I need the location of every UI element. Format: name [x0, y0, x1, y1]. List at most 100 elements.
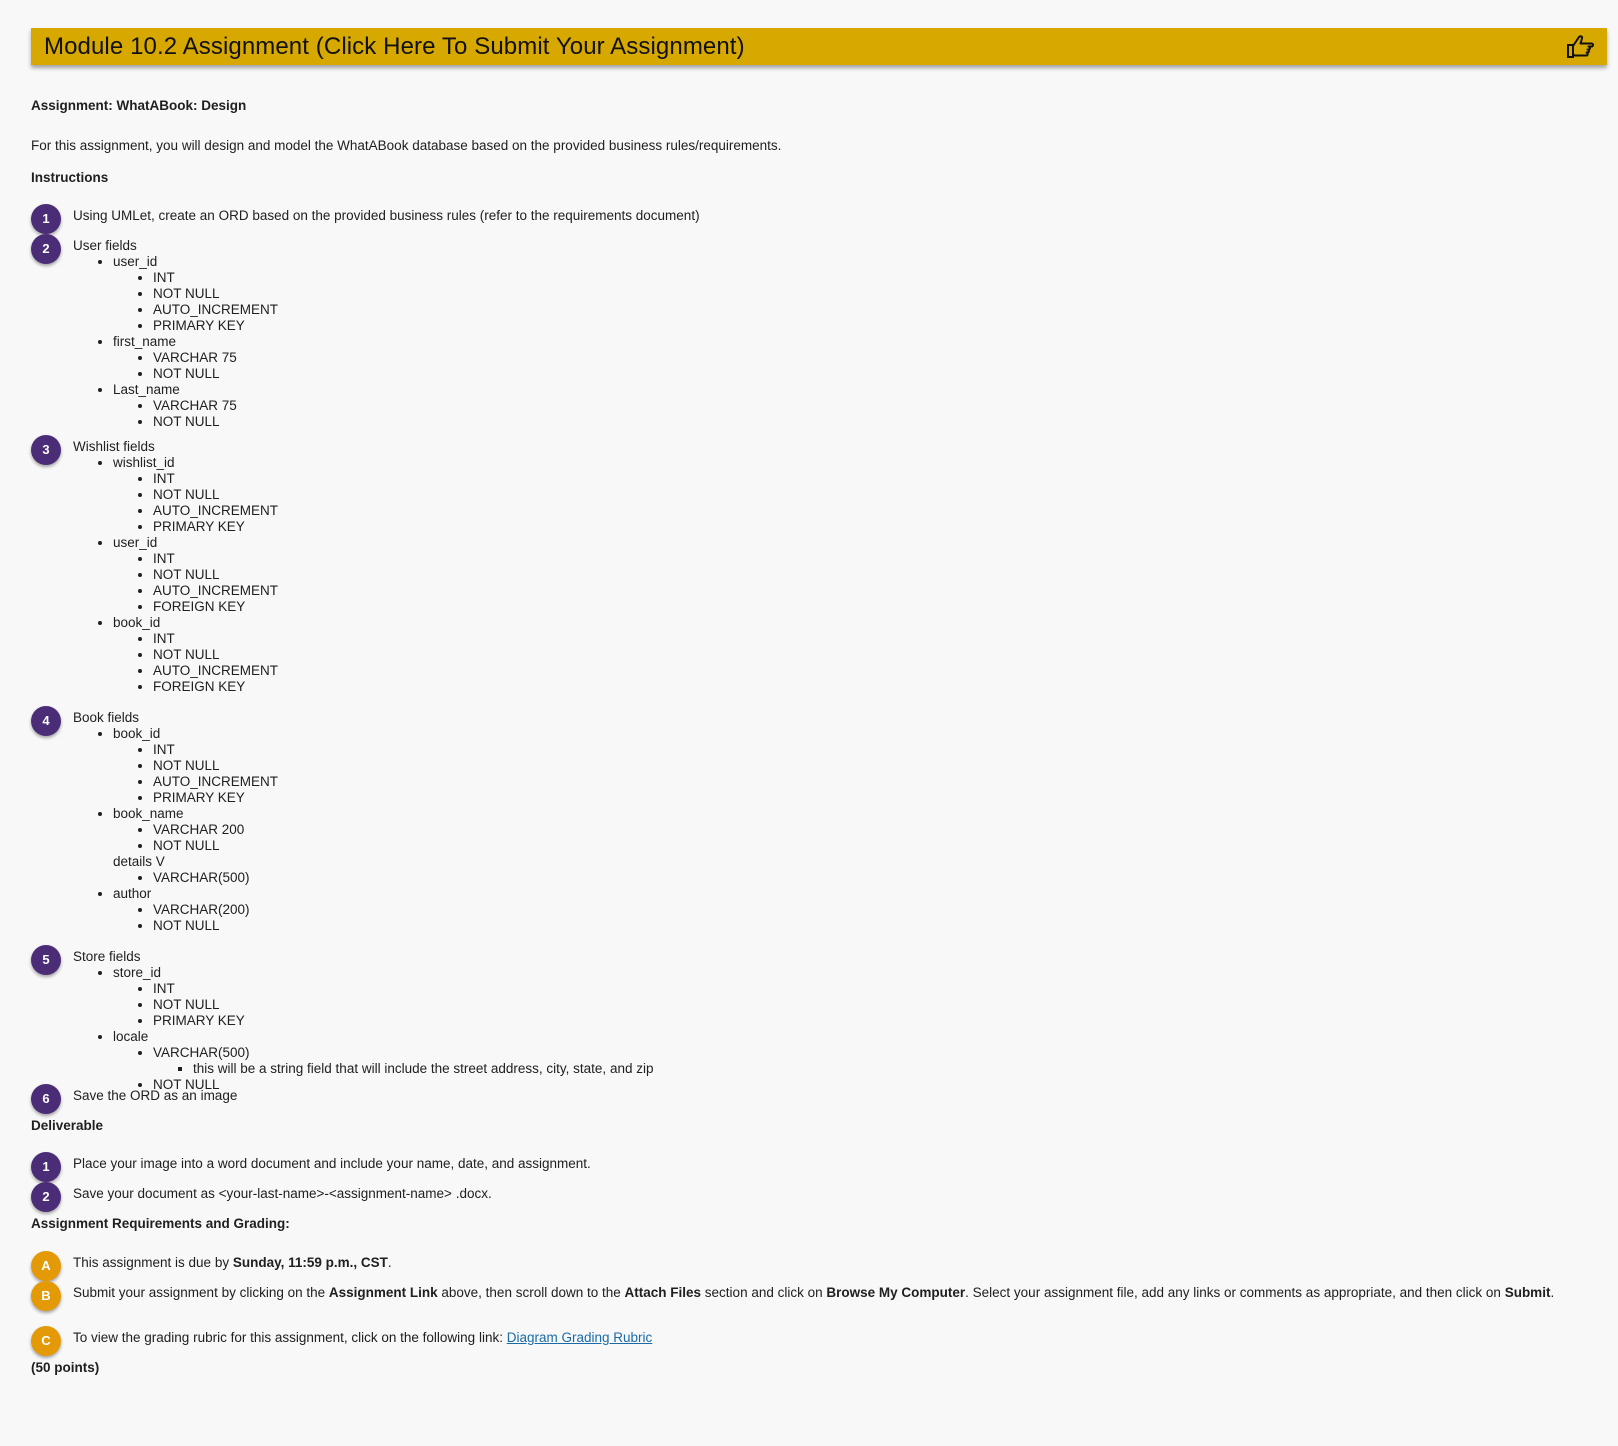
list-item: wishlist_id INT NOT NULL AUTO_INCREMENT …: [113, 455, 1573, 535]
list-item: first_name VARCHAR 75 NOT NULL: [113, 334, 1573, 382]
instruction-step-2: 2 User fields user_id INT NOT NULL AUTO_…: [31, 234, 1573, 430]
attribute-list: VARCHAR 75 NOT NULL: [113, 398, 1573, 430]
list-item: author VARCHAR(200) NOT NULL: [113, 886, 1573, 934]
list-item: INT: [153, 631, 1573, 647]
list-item: book_name VARCHAR 200 NOT NULL: [113, 806, 1573, 854]
field-list: store_id INT NOT NULL PRIMARY KEY locale…: [73, 965, 1573, 1093]
grading-item-b: B Submit your assignment by clicking on …: [31, 1281, 1591, 1311]
list-item: NOT NULL: [153, 487, 1573, 503]
list-item: FOREIGN KEY: [153, 679, 1573, 695]
list-item: VARCHAR 75: [153, 398, 1573, 414]
field-name: details V: [113, 854, 165, 869]
field-name: store_id: [113, 965, 162, 980]
attach-files-text: Attach Files: [624, 1285, 702, 1300]
attribute-list: INT NOT NULL AUTO_INCREMENT PRIMARY KEY: [113, 270, 1573, 334]
grading-text: .: [1550, 1285, 1555, 1300]
field-list: wishlist_id INT NOT NULL AUTO_INCREMENT …: [73, 455, 1573, 695]
list-item: PRIMARY KEY: [153, 790, 1573, 806]
grading-text: Submit your assignment by clicking on th…: [73, 1285, 329, 1300]
instruction-step-1: 1 Using UMLet, create an ORD based on th…: [31, 204, 1573, 234]
grading-item-c: C To view the grading rubric for this as…: [31, 1326, 1573, 1356]
list-item: Last_name VARCHAR 75 NOT NULL: [113, 382, 1573, 430]
step-number-badge: 1: [31, 1152, 61, 1182]
step-number-badge: 5: [31, 945, 61, 975]
grading-text: above, then scroll down to the: [437, 1285, 625, 1300]
attribute-list: VARCHAR 200 NOT NULL: [113, 822, 1573, 854]
grading-heading: Assignment Requirements and Grading:: [31, 1216, 290, 1231]
list-item: details V VARCHAR(500): [113, 854, 1573, 886]
attribute-list: INT NOT NULL AUTO_INCREMENT FOREIGN KEY: [113, 631, 1573, 695]
list-item: NOT NULL: [153, 758, 1573, 774]
step-number-badge: 4: [31, 706, 61, 736]
attribute-list: VARCHAR(200) NOT NULL: [113, 902, 1573, 934]
instruction-step-3: 3 Wishlist fields wishlist_id INT NOT NU…: [31, 435, 1573, 695]
due-date: Sunday, 11:59 p.m., CST: [232, 1255, 388, 1270]
deliverable-heading: Deliverable: [31, 1118, 104, 1133]
step-text: Place your image into a word document an…: [73, 1156, 591, 1171]
field-list: user_id INT NOT NULL AUTO_INCREMENT PRIM…: [73, 254, 1573, 430]
attribute-text: VARCHAR(500): [153, 1045, 250, 1060]
list-item: FOREIGN KEY: [153, 599, 1573, 615]
step-letter-badge: C: [31, 1326, 61, 1356]
attribute-list: INT NOT NULL AUTO_INCREMENT FOREIGN KEY: [113, 551, 1573, 615]
list-item: NOT NULL: [153, 414, 1573, 430]
deliverable-step-2: 2 Save your document as <your-last-name>…: [31, 1182, 1573, 1212]
field-name: locale: [113, 1029, 149, 1044]
list-item: AUTO_INCREMENT: [153, 503, 1573, 519]
field-name: first_name: [113, 334, 177, 349]
attribute-list: INT NOT NULL AUTO_INCREMENT PRIMARY KEY: [113, 742, 1573, 806]
list-item: PRIMARY KEY: [153, 318, 1573, 334]
step-text: Save your document as <your-last-name>-<…: [73, 1186, 492, 1201]
list-item: VARCHAR(200): [153, 902, 1573, 918]
field-name: book_id: [113, 615, 161, 630]
grading-text: To view the grading rubric for this assi…: [73, 1330, 507, 1345]
diagram-grading-rubric-link[interactable]: Diagram Grading Rubric: [507, 1330, 653, 1345]
attribute-list: VARCHAR(500): [113, 870, 1573, 886]
grading-text: section and click on: [701, 1285, 827, 1300]
list-item: NOT NULL: [153, 647, 1573, 663]
list-item: user_id INT NOT NULL AUTO_INCREMENT PRIM…: [113, 254, 1573, 334]
list-item: NOT NULL: [153, 366, 1573, 382]
grading-text: . Select your assignment file, add any l…: [965, 1285, 1505, 1300]
submit-assignment-banner[interactable]: Module 10.2 Assignment (Click Here To Su…: [31, 28, 1607, 65]
step-number-badge: 3: [31, 435, 61, 465]
grading-item-a: A This assignment is due by Sunday, 11:5…: [31, 1251, 1573, 1281]
step-text: Book fields: [73, 710, 140, 725]
pointing-hand-icon: [1567, 34, 1594, 58]
list-item: NOT NULL: [153, 918, 1573, 934]
field-name: book_id: [113, 726, 161, 741]
assignment-link-text: Assignment Link: [328, 1285, 438, 1300]
field-name: author: [113, 886, 152, 901]
attribute-list: VARCHAR(500) this will be a string field…: [113, 1045, 1573, 1093]
list-item: INT: [153, 742, 1573, 758]
list-item: PRIMARY KEY: [153, 519, 1573, 535]
field-name: book_name: [113, 806, 184, 821]
instruction-step-6: 6 Save the ORD as an image: [31, 1084, 1573, 1114]
banner-title[interactable]: Module 10.2 Assignment (Click Here To Su…: [44, 33, 745, 61]
instruction-step-4: 4 Book fields book_id INT NOT NULL AUTO_…: [31, 706, 1573, 934]
points-label: (50 points): [31, 1360, 100, 1375]
list-item: INT: [153, 551, 1573, 567]
step-number-badge: 1: [31, 204, 61, 234]
list-item: AUTO_INCREMENT: [153, 583, 1573, 599]
browse-my-computer-text: Browse My Computer: [826, 1285, 966, 1300]
step-text: User fields: [73, 238, 137, 253]
list-item: INT: [153, 270, 1573, 286]
list-item: store_id INT NOT NULL PRIMARY KEY: [113, 965, 1573, 1029]
step-text: Store fields: [73, 949, 141, 964]
note-list: this will be a string field that will in…: [153, 1061, 1573, 1077]
list-item: book_id INT NOT NULL AUTO_INCREMENT PRIM…: [113, 726, 1573, 806]
list-item: NOT NULL: [153, 997, 1573, 1013]
list-item: this will be a string field that will in…: [193, 1061, 1573, 1077]
list-item: NOT NULL: [153, 567, 1573, 583]
step-number-badge: 2: [31, 234, 61, 264]
list-item: VARCHAR(500) this will be a string field…: [153, 1045, 1573, 1077]
list-item: VARCHAR 75: [153, 350, 1573, 366]
list-item: user_id INT NOT NULL AUTO_INCREMENT FORE…: [113, 535, 1573, 615]
step-text: Save the ORD as an image: [73, 1088, 238, 1103]
field-name: user_id: [113, 254, 158, 269]
field-name: Last_name: [113, 382, 180, 397]
assignment-intro: For this assignment, you will design and…: [31, 138, 782, 153]
grading-text: .: [387, 1255, 392, 1270]
list-item: book_id INT NOT NULL AUTO_INCREMENT FORE…: [113, 615, 1573, 695]
